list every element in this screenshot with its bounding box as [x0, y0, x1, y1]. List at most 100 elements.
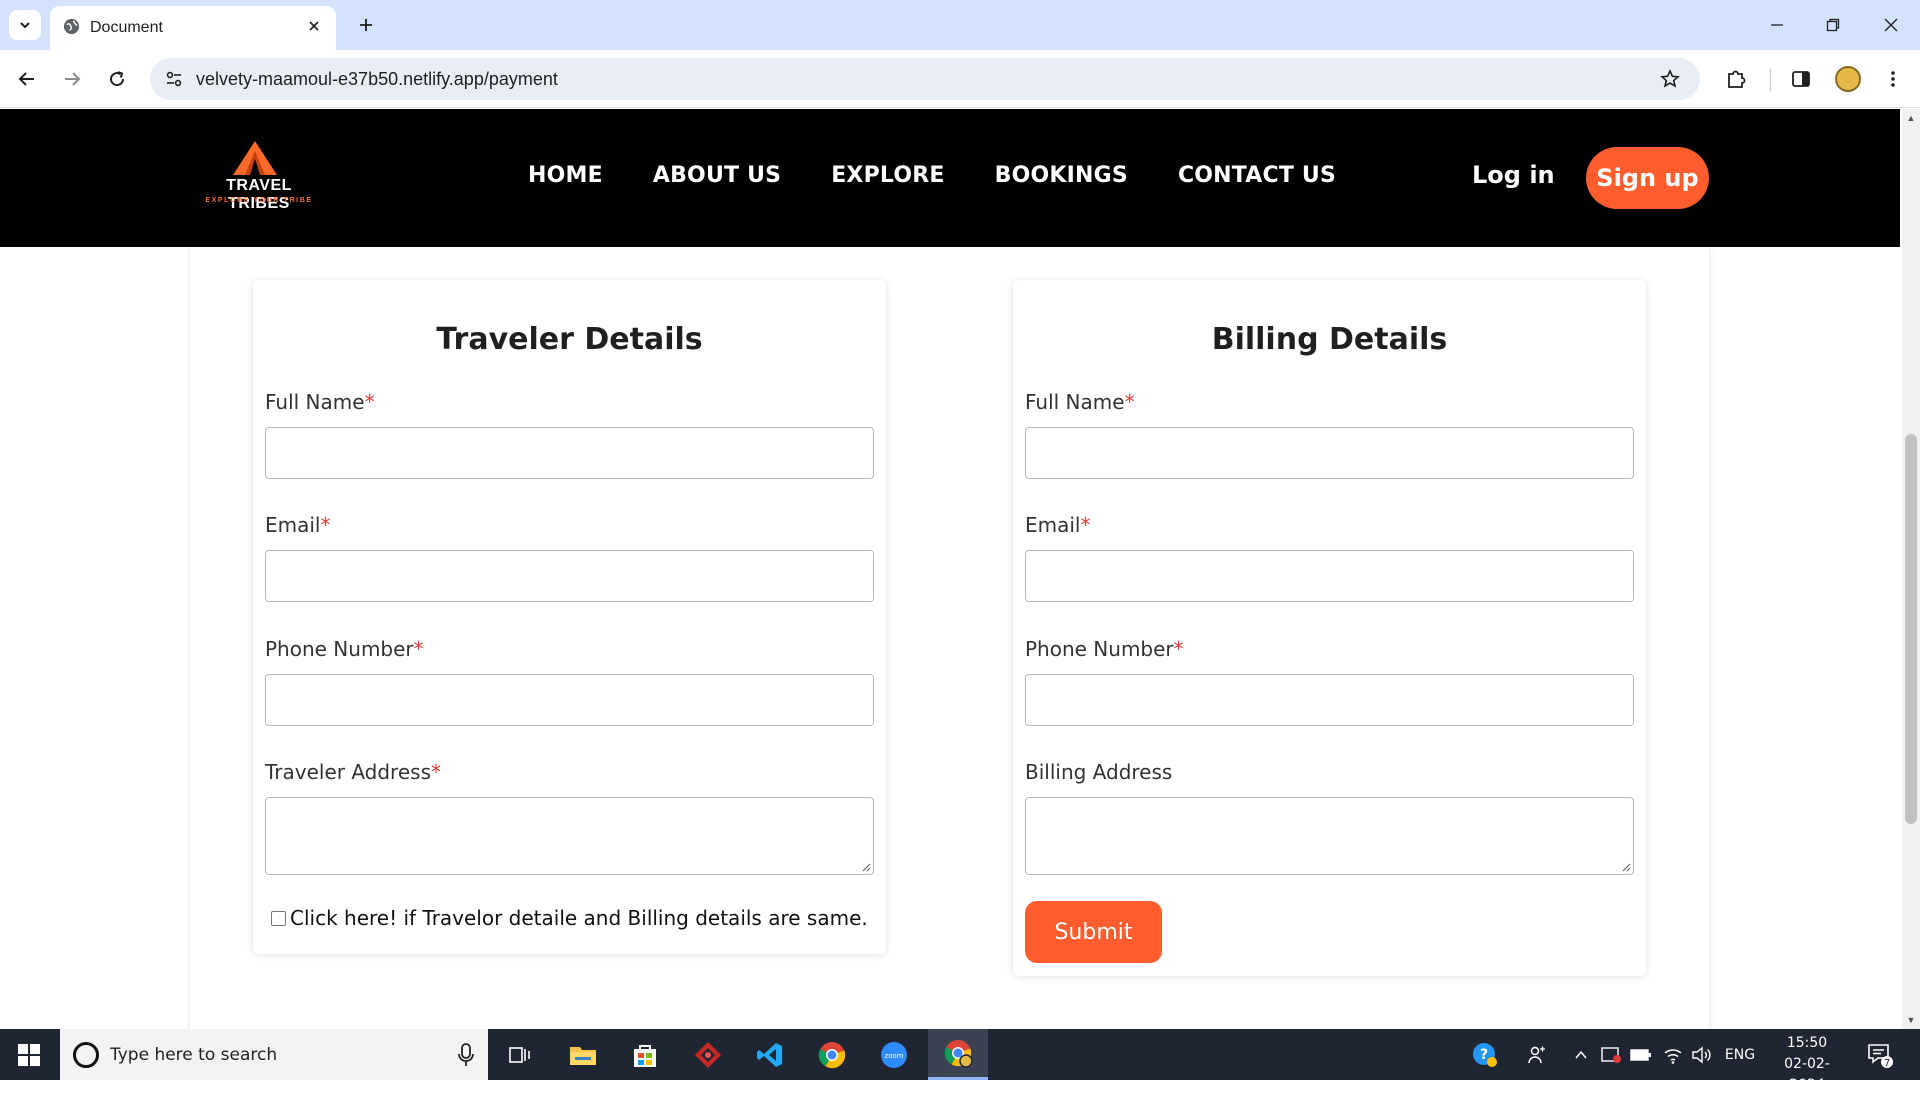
- chrome-app[interactable]: [804, 1029, 860, 1080]
- store-bag-icon: [634, 1044, 656, 1067]
- bookmark-star-icon[interactable]: [1658, 67, 1682, 91]
- back-button[interactable]: [13, 65, 41, 93]
- zoom-icon: zoom: [881, 1041, 907, 1068]
- traveler-phone-input[interactable]: [265, 674, 874, 726]
- globe-icon: [63, 18, 80, 35]
- side-panel-icon: [1792, 71, 1810, 87]
- close-window-button[interactable]: [1878, 12, 1904, 38]
- logo-tagline: EXPLORE YOUR TRIBE: [205, 197, 313, 204]
- toolbar-divider: [1770, 69, 1771, 91]
- new-tab-button[interactable]: [352, 11, 380, 39]
- resize-grip-icon[interactable]: [861, 862, 871, 872]
- battery-icon[interactable]: [1630, 1043, 1652, 1067]
- required-asterisk: *: [320, 513, 331, 537]
- vscode-app[interactable]: [742, 1029, 798, 1080]
- nav-home[interactable]: HOME: [528, 163, 603, 188]
- notifications-button[interactable]: 7: [1866, 1041, 1894, 1069]
- reload-icon: [110, 71, 125, 87]
- tab-search-button[interactable]: [9, 10, 41, 40]
- site-settings-icon[interactable]: [162, 67, 186, 91]
- traveler-address-label: Traveler Address*: [265, 760, 441, 784]
- chrome-profile-app[interactable]: [928, 1029, 988, 1080]
- red-app[interactable]: [680, 1029, 736, 1080]
- restore-icon: [1826, 18, 1840, 32]
- billing-phone-input[interactable]: [1025, 674, 1634, 726]
- notification-icon: 7: [1868, 1044, 1893, 1069]
- minimize-icon: [1771, 24, 1783, 26]
- browser-menu-button[interactable]: [1879, 65, 1907, 93]
- taskbar-search[interactable]: Type here to search: [60, 1029, 488, 1080]
- taskbar-search-placeholder: Type here to search: [110, 1045, 278, 1065]
- traveler-details-heading: Traveler Details: [436, 322, 703, 357]
- tab-title: Document: [90, 19, 163, 36]
- wifi-icon[interactable]: [1662, 1043, 1684, 1067]
- extensions-button[interactable]: [1722, 65, 1750, 93]
- restore-button[interactable]: [1820, 12, 1846, 38]
- traveler-full-name-label: Full Name*: [265, 390, 375, 414]
- chrome-profile-icon: [944, 1040, 973, 1068]
- minimize-button[interactable]: [1764, 12, 1790, 38]
- reload-button[interactable]: [103, 65, 131, 93]
- security-tray-icon[interactable]: [1600, 1043, 1622, 1067]
- billing-address-textarea[interactable]: [1025, 797, 1634, 875]
- scrollbar-thumb[interactable]: [1905, 434, 1917, 824]
- same-details-checkbox-row[interactable]: Click here! if Travelor detaile and Bill…: [271, 906, 868, 930]
- zoom-app[interactable]: zoom: [866, 1029, 922, 1080]
- billing-details-panel: Billing Details Full Name* Email* Phone …: [1013, 280, 1646, 976]
- signup-button[interactable]: Sign up: [1586, 147, 1709, 209]
- scroll-up-icon[interactable]: ▲: [1906, 113, 1916, 123]
- address-bar[interactable]: velvety-maamoul-e37b50.netlify.app/payme…: [150, 58, 1700, 100]
- billing-full-name-input[interactable]: [1025, 427, 1634, 479]
- people-tray-icon[interactable]: [1524, 1043, 1550, 1067]
- traveler-phone-label: Phone Number*: [265, 637, 424, 661]
- tent-logo-icon: [233, 141, 277, 175]
- windows-logo-icon: [18, 1043, 40, 1066]
- page-viewport: TRAVEL TRIBES EXPLORE YOUR TRIBE HOME AB…: [0, 109, 1920, 1029]
- forward-button[interactable]: [58, 65, 86, 93]
- traveler-address-textarea[interactable]: [265, 797, 874, 875]
- close-tab-icon[interactable]: [302, 14, 326, 38]
- nav-explore[interactable]: EXPLORE: [831, 163, 944, 188]
- volume-icon[interactable]: [1690, 1043, 1714, 1067]
- traveler-email-input[interactable]: [265, 550, 874, 602]
- clock-time: 15:50: [1786, 1035, 1828, 1051]
- nav-about-us[interactable]: ABOUT US: [653, 163, 781, 188]
- scroll-down-icon[interactable]: ▼: [1906, 1015, 1916, 1025]
- submit-button[interactable]: Submit: [1025, 901, 1162, 963]
- browser-tab-document[interactable]: Document: [50, 6, 336, 50]
- microsoft-store-app[interactable]: [617, 1029, 673, 1080]
- billing-full-name-label: Full Name*: [1025, 390, 1135, 414]
- taskbar-clock[interactable]: 15:50 02-02-2024: [1768, 1033, 1846, 1096]
- svg-text:zoom: zoom: [884, 1052, 903, 1060]
- red-diamond-app-icon: [695, 1041, 721, 1068]
- page-scrollbar[interactable]: ▲ ▼: [1902, 109, 1920, 1029]
- start-button[interactable]: [0, 1029, 58, 1080]
- task-view-button[interactable]: [492, 1029, 548, 1080]
- nav-contact-us[interactable]: CONTACT US: [1178, 163, 1336, 188]
- nav-bookings[interactable]: BOOKINGS: [995, 163, 1128, 188]
- help-tray-icon[interactable]: ?: [1470, 1043, 1500, 1067]
- billing-phone-label: Phone Number*: [1025, 637, 1184, 661]
- logo-brand-text: TRAVEL TRIBES: [226, 177, 292, 212]
- chevron-up-icon[interactable]: [1571, 1043, 1591, 1067]
- billing-email-label: Email*: [1025, 513, 1091, 537]
- billing-address-label: Billing Address: [1025, 760, 1173, 784]
- same-details-checkbox[interactable]: [271, 910, 286, 926]
- profile-avatar[interactable]: [1835, 66, 1861, 92]
- traveler-full-name-input[interactable]: [265, 427, 874, 479]
- side-panel-button[interactable]: [1787, 65, 1815, 93]
- traveler-details-panel: Traveler Details Full Name* Email* Phone…: [253, 280, 886, 954]
- close-icon: [1884, 18, 1898, 32]
- login-link[interactable]: Log in: [1472, 161, 1555, 189]
- required-asterisk: *: [431, 760, 441, 784]
- required-asterisk: *: [364, 390, 375, 414]
- arrow-right-icon: [65, 72, 81, 86]
- more-vertical-icon: [1891, 71, 1895, 87]
- same-details-label: Click here! if Travelor detaile and Bill…: [290, 906, 868, 930]
- language-indicator[interactable]: ENG: [1722, 1043, 1758, 1067]
- travel-tribes-logo[interactable]: TRAVEL TRIBES EXPLORE YOUR TRIBE: [193, 141, 325, 212]
- resize-grip-icon[interactable]: [1621, 862, 1631, 872]
- billing-email-input[interactable]: [1025, 550, 1634, 602]
- microphone-icon[interactable]: [456, 1043, 476, 1067]
- file-explorer-app[interactable]: [555, 1029, 611, 1080]
